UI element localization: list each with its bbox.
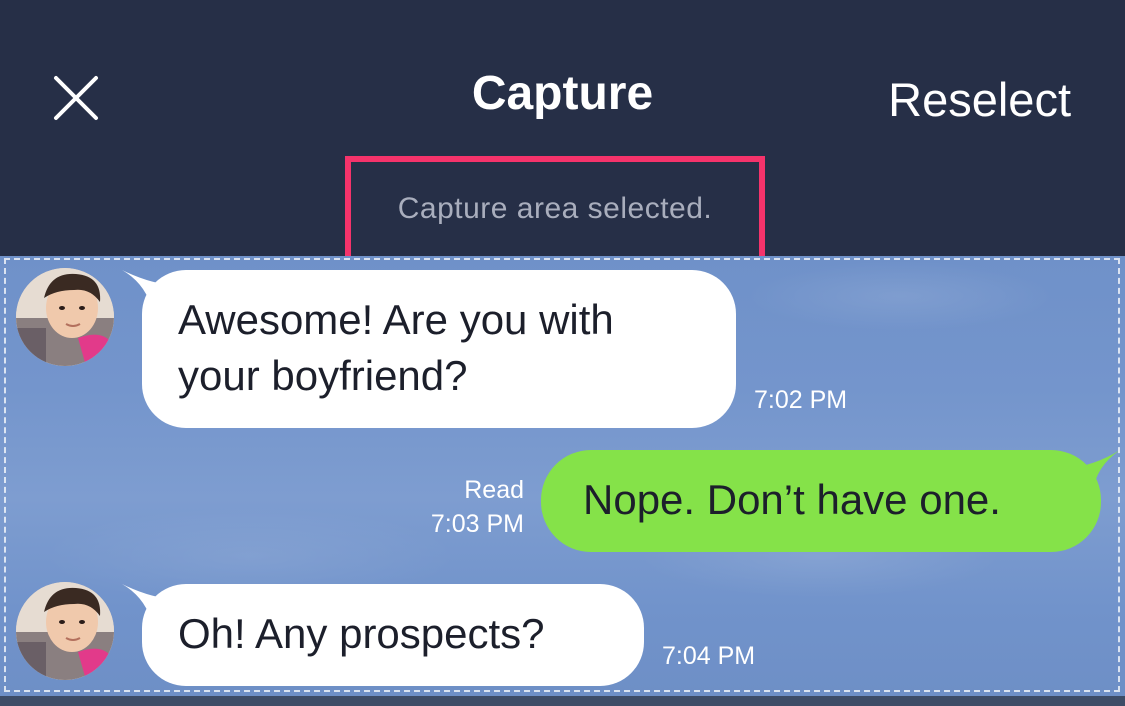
capture-screen: Capture Reselect Capture area selected. [0,0,1125,706]
message-bubble-incoming[interactable]: Awesome! Are you with your boyfriend? [142,270,736,428]
message-bubble-outgoing[interactable]: Nope. Don’t have one. [541,450,1101,552]
reselect-button[interactable]: Reselect [888,72,1071,127]
close-icon [54,76,98,120]
profile-photo-icon [16,582,114,680]
capture-status-text: Capture area selected. [397,192,713,225]
message-text-line: Nope. Don’t have one. [583,476,1001,523]
capture-header: Capture Reselect Capture area selected. [0,0,1125,262]
chat-capture-area[interactable]: Awesome! Are you with your boyfriend? 7:… [0,256,1125,696]
capture-status-highlight: Capture area selected. [345,156,765,262]
read-receipt: Read [464,476,524,504]
message-timestamp: 7:02 PM [754,386,848,414]
message-timestamp: 7:04 PM [662,642,756,670]
avatar[interactable] [16,582,114,680]
close-button[interactable] [48,70,104,126]
bottom-divider [0,696,1125,706]
profile-photo-icon [16,268,114,366]
message-text-line: Oh! Any prospects? [178,610,545,657]
message-text-line: your boyfriend? [178,352,468,399]
message-bubble-incoming[interactable]: Oh! Any prospects? [142,584,644,686]
message-text-line: Awesome! Are you with [178,296,614,343]
message-timestamp: 7:03 PM [430,510,524,538]
avatar[interactable] [16,268,114,366]
